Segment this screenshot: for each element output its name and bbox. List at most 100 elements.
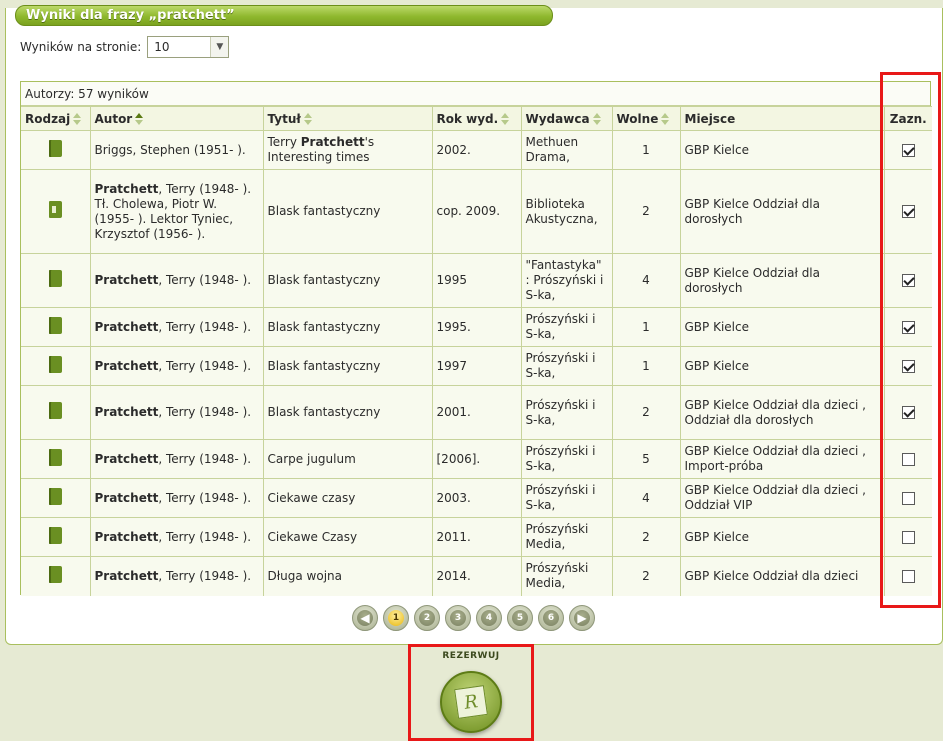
cell-publisher: Prószyński i S-ka,	[520, 439, 613, 479]
cell-year: 2002.	[431, 130, 522, 170]
table-row: Pratchett, Terry (1948- ). Blask fantasty…	[21, 385, 932, 440]
sort-ascending-icon[interactable]	[135, 113, 144, 125]
cell-publisher: Prószyński Media,	[520, 517, 613, 557]
cell-free: 1	[611, 307, 681, 347]
book-icon	[48, 526, 62, 544]
column-author-label: Autor	[94, 111, 133, 126]
author-text: , Terry (1948- ).	[158, 529, 252, 544]
author-text: , Terry (1948- ).	[158, 405, 252, 419]
cell-year: 1997	[431, 346, 522, 386]
pagination-page-button[interactable]: 1	[383, 605, 409, 631]
column-header-title[interactable]: Tytuł	[262, 106, 433, 131]
table-row: Pratchett, Terry (1948- ). Tł. Cholewa, …	[21, 169, 932, 254]
book-icon	[48, 487, 62, 505]
table-row: Pratchett, Terry (1948- ). Blask fantasty…	[21, 253, 932, 308]
author-text: , Terry (1948- ).	[158, 273, 252, 287]
title-text: Terry	[267, 135, 301, 149]
cell-free: 5	[611, 439, 681, 479]
cell-type	[21, 307, 91, 347]
author-highlight: Pratchett	[94, 181, 159, 196]
cell-author: Pratchett, Terry (1948- ).	[89, 307, 264, 347]
book-icon	[48, 270, 62, 287]
author-highlight: Pratchett	[94, 273, 159, 287]
cell-publisher: Prószyński Media,	[520, 556, 613, 596]
sort-icon[interactable]	[501, 113, 510, 125]
per-page-select[interactable]: 10 ▼	[147, 36, 230, 58]
title-text: Ciekawe czasy	[267, 490, 356, 505]
cell-title: Ciekawe Czasy	[262, 517, 433, 557]
pagination-page-button[interactable]: 3	[445, 605, 471, 631]
cell-author: Pratchett, Terry (1948- ).	[89, 439, 264, 479]
pagination-page-button[interactable]: 2	[414, 605, 440, 631]
author-text: , Terry (1948- ).	[158, 568, 252, 583]
cell-year: 2001.	[431, 385, 522, 440]
cell-author: Pratchett, Terry (1948- ).	[89, 385, 264, 440]
table-row: Pratchett, Terry (1948- ). Blask fantasty…	[21, 307, 932, 347]
cell-author: Briggs, Stephen (1951- ).	[89, 130, 264, 170]
cell-author: Pratchett, Terry (1948- ).	[89, 556, 264, 596]
column-header-year[interactable]: Rok wyd.	[431, 106, 522, 131]
cell-author: Pratchett, Terry (1948- ).	[89, 478, 264, 518]
column-header-publisher[interactable]: Wydawca	[520, 106, 613, 131]
cell-publisher: Prószyński i S-ka,	[520, 307, 613, 347]
cell-title: Blask fantastyczny	[262, 385, 433, 440]
page-number: 1	[392, 613, 400, 623]
per-page-value: 10	[154, 40, 170, 54]
cell-year: [2006].	[431, 439, 522, 479]
title-text: Blask fantastyczny	[267, 204, 381, 218]
cell-year: cop. 2009.	[431, 169, 522, 254]
cell-place: GBP Kielce Oddział dla dzieci	[679, 556, 885, 596]
author-text: Briggs, Stephen (1951- ).	[94, 142, 246, 157]
cell-type	[21, 130, 91, 170]
book-icon	[48, 402, 62, 419]
cell-publisher: Methuen Drama,	[520, 130, 613, 170]
sort-icon[interactable]	[661, 113, 670, 125]
cell-free: 1	[611, 130, 681, 170]
table-row: Briggs, Stephen (1951- ). Terry Pratchett…	[21, 130, 932, 170]
cell-title: Długa wojna	[262, 556, 433, 596]
page-number: 5	[516, 613, 524, 623]
column-header-free[interactable]: Wolne	[611, 106, 681, 131]
pagination-prev-button[interactable]: ◀	[352, 605, 378, 631]
title-text: Ciekawe Czasy	[267, 529, 358, 544]
cell-type	[21, 478, 91, 518]
pagination-page-button[interactable]: 4	[476, 605, 502, 631]
cell-place: GBP Kielce Oddział dla dzieci , Oddział …	[679, 478, 885, 518]
sort-icon[interactable]	[73, 113, 82, 125]
column-header-type[interactable]: Rodzaj	[21, 106, 91, 131]
pagination-page-button[interactable]: 6	[538, 605, 564, 631]
cell-year: 1995.	[431, 307, 522, 347]
results-summary: Autorzy: 57 wyników	[21, 82, 930, 106]
results-table: Rodzaj Autor Tytuł Rok wyd. Wydawca Woln…	[21, 106, 932, 596]
cell-title: Blask fantastyczny	[262, 253, 433, 308]
per-page-label: Wyników na stronie:	[20, 40, 142, 54]
column-publisher-label: Wydawca	[525, 111, 590, 126]
cell-year: 2014.	[431, 556, 522, 596]
sort-icon[interactable]	[592, 113, 602, 125]
page-number: 3	[454, 613, 462, 623]
cell-author: Pratchett, Terry (1948- ). Tł. Cholewa, …	[89, 169, 264, 254]
column-year-label: Rok wyd.	[436, 111, 499, 126]
cell-type	[21, 385, 91, 440]
pagination-page-button[interactable]: 5	[507, 605, 533, 631]
cell-place: GBP Kielce Oddział dla dzieci , Oddział …	[679, 385, 885, 440]
cell-year: 2003.	[431, 478, 522, 518]
author-highlight: Pratchett	[94, 529, 159, 544]
table-row: Pratchett, Terry (1948- ). Carpe jugulum […	[21, 439, 932, 479]
sort-icon[interactable]	[303, 113, 313, 125]
author-highlight: Pratchett	[94, 451, 159, 466]
column-header-author[interactable]: Autor	[89, 106, 264, 131]
cell-place: GBP Kielce	[679, 307, 885, 347]
book-icon	[48, 565, 62, 583]
cell-publisher: Prószyński i S-ka,	[520, 478, 613, 518]
chevron-left-icon: ◀	[360, 611, 370, 625]
cell-place: GBP Kielce	[679, 517, 885, 557]
cell-year: 1995	[431, 253, 522, 308]
cell-free: 4	[611, 253, 681, 308]
pagination-next-button[interactable]: ▶	[569, 605, 595, 631]
title-text: Carpe jugulum	[267, 451, 356, 466]
book-icon	[48, 448, 62, 466]
title-highlight: Pratchett	[300, 135, 365, 149]
cell-publisher: "Fantastyka" : Prószyński i S-ka,	[520, 253, 613, 308]
chevron-down-icon[interactable]: ▼	[210, 37, 229, 57]
